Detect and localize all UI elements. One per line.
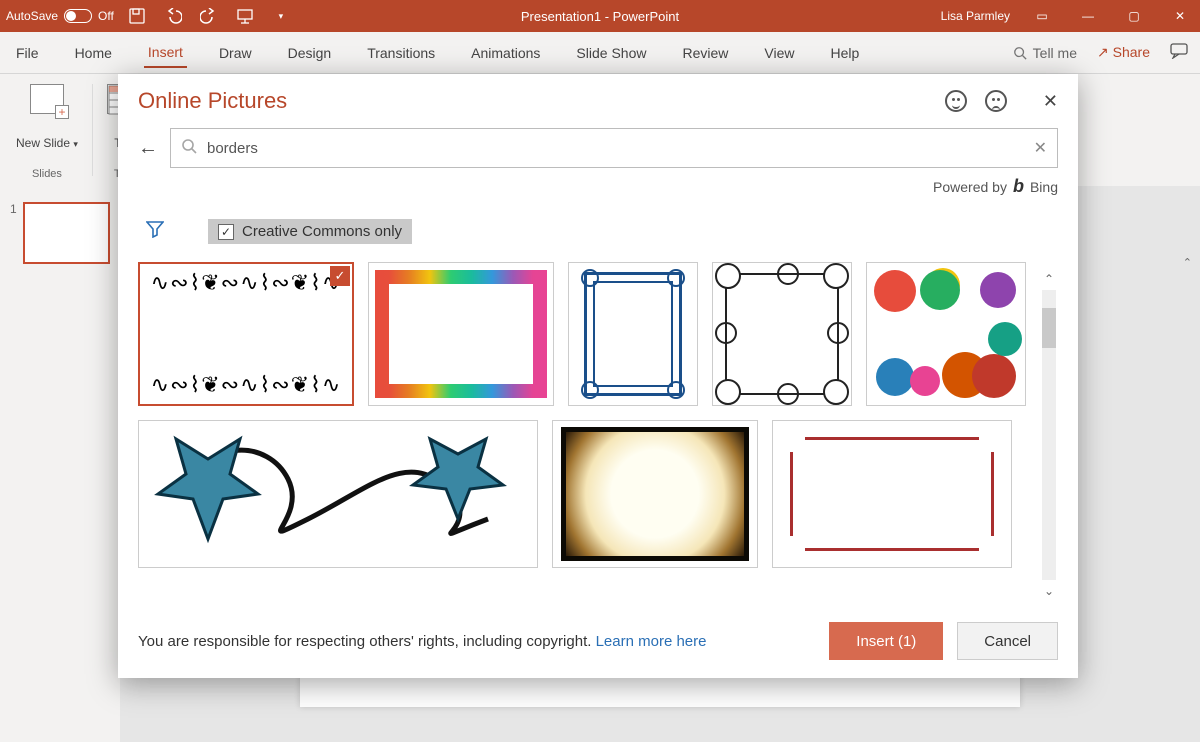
- cancel-button[interactable]: Cancel: [957, 622, 1058, 660]
- result-red-ticket[interactable]: [772, 420, 1012, 568]
- present-icon[interactable]: [236, 7, 254, 25]
- tab-draw[interactable]: Draw: [215, 39, 256, 67]
- dialog-title: Online Pictures: [138, 88, 945, 114]
- save-icon[interactable]: [128, 7, 146, 25]
- autosave-state: Off: [98, 9, 114, 23]
- back-icon[interactable]: ←: [138, 137, 158, 160]
- insert-button[interactable]: Insert (1): [829, 622, 943, 660]
- tab-transitions[interactable]: Transitions: [363, 39, 439, 67]
- result-blue-stars-doodle[interactable]: [138, 420, 538, 568]
- result-grunge-frame[interactable]: [552, 420, 758, 568]
- new-slide-group[interactable]: + New Slide ▾ Slides: [8, 78, 86, 182]
- minimize-icon[interactable]: —: [1074, 6, 1102, 26]
- share-label: Share: [1113, 44, 1150, 60]
- collapse-ribbon-icon[interactable]: ⌃: [1183, 256, 1192, 269]
- tab-slideshow[interactable]: Slide Show: [572, 39, 650, 67]
- powered-by-label: Powered by b Bing: [138, 176, 1058, 197]
- feedback-sad-icon[interactable]: [985, 90, 1007, 112]
- slide-thumbnail-1[interactable]: [23, 202, 110, 264]
- bing-logo-icon: b: [1013, 176, 1024, 197]
- tell-me-label: Tell me: [1033, 45, 1077, 61]
- title-bar: AutoSave Off ▾ Presentation1 - PowerPoin…: [0, 0, 1200, 32]
- result-rainbow-stars[interactable]: [368, 262, 554, 406]
- tab-insert[interactable]: Insert: [144, 38, 187, 68]
- results-scrollbar[interactable]: ⌃ ⌄: [1040, 272, 1058, 598]
- tab-animations[interactable]: Animations: [467, 39, 544, 67]
- dialog-close-icon[interactable]: ✕: [1043, 91, 1058, 112]
- tab-review[interactable]: Review: [678, 39, 732, 67]
- search-icon: [181, 138, 197, 159]
- autosave-toggle[interactable]: [64, 9, 92, 23]
- filter-icon[interactable]: [146, 220, 164, 244]
- autosave-label: AutoSave: [6, 9, 58, 23]
- cc-label: Creative Commons only: [242, 223, 402, 240]
- learn-more-link[interactable]: Learn more here: [596, 633, 707, 650]
- clear-search-icon[interactable]: ✕: [1034, 138, 1047, 158]
- feedback-happy-icon[interactable]: [945, 90, 967, 112]
- autosave-control[interactable]: AutoSave Off: [6, 9, 114, 23]
- tell-me-search[interactable]: Tell me: [1013, 45, 1077, 61]
- new-slide-label: New Slide ▾: [16, 136, 78, 150]
- tab-help[interactable]: Help: [826, 39, 863, 67]
- ribbon-options-icon[interactable]: ▭: [1028, 6, 1056, 26]
- new-slide-icon: +: [30, 84, 64, 114]
- scroll-up-icon[interactable]: ⌃: [1044, 272, 1054, 286]
- tab-file[interactable]: File: [12, 39, 43, 67]
- slide-thumbnail-panel: 1: [0, 186, 120, 742]
- search-results: ∿∾⌇❦∾∿⌇∾❦⌇∿ ∿∾⌇❦∾∿⌇∾❦⌇∿ ✓: [138, 262, 1058, 608]
- result-black-ornate[interactable]: [712, 262, 852, 406]
- ribbon-tabs: File Home Insert Draw Design Transitions…: [0, 32, 1200, 74]
- share-button[interactable]: ↗ Share: [1097, 44, 1150, 61]
- search-box[interactable]: ✕: [170, 128, 1058, 168]
- online-pictures-dialog: Online Pictures ✕ ← ✕ Powered by b Bing …: [118, 74, 1078, 678]
- result-swirl-border[interactable]: ∿∾⌇❦∾∿⌇∾❦⌇∿ ∿∾⌇❦∾∿⌇∾❦⌇∿ ✓: [138, 262, 354, 406]
- result-blue-ornate[interactable]: [568, 262, 698, 406]
- redo-icon[interactable]: [200, 7, 218, 25]
- slides-section-label: Slides: [32, 168, 62, 180]
- tab-design[interactable]: Design: [284, 39, 336, 67]
- creative-commons-filter[interactable]: ✓ Creative Commons only: [208, 219, 412, 244]
- qat-customize-icon[interactable]: ▾: [272, 7, 290, 25]
- document-title: Presentation1 - PowerPoint: [521, 9, 679, 24]
- result-paint-splatter[interactable]: [866, 262, 1026, 406]
- comments-icon[interactable]: [1170, 43, 1188, 62]
- search-input[interactable]: [207, 140, 1024, 157]
- search-icon: [1013, 46, 1027, 60]
- user-name[interactable]: Lisa Parmley: [941, 9, 1010, 23]
- quick-access-toolbar: ▾: [128, 7, 290, 25]
- selected-check-icon: ✓: [330, 266, 350, 286]
- tab-home[interactable]: Home: [71, 39, 116, 67]
- checkbox-icon[interactable]: ✓: [218, 224, 234, 240]
- close-icon[interactable]: ✕: [1166, 6, 1194, 26]
- undo-icon[interactable]: [164, 7, 182, 25]
- rights-message: You are responsible for respecting other…: [138, 631, 815, 652]
- slide-number: 1: [10, 202, 17, 260]
- maximize-icon[interactable]: ▢: [1120, 6, 1148, 26]
- tab-view[interactable]: View: [760, 39, 798, 67]
- scroll-down-icon[interactable]: ⌄: [1044, 584, 1054, 598]
